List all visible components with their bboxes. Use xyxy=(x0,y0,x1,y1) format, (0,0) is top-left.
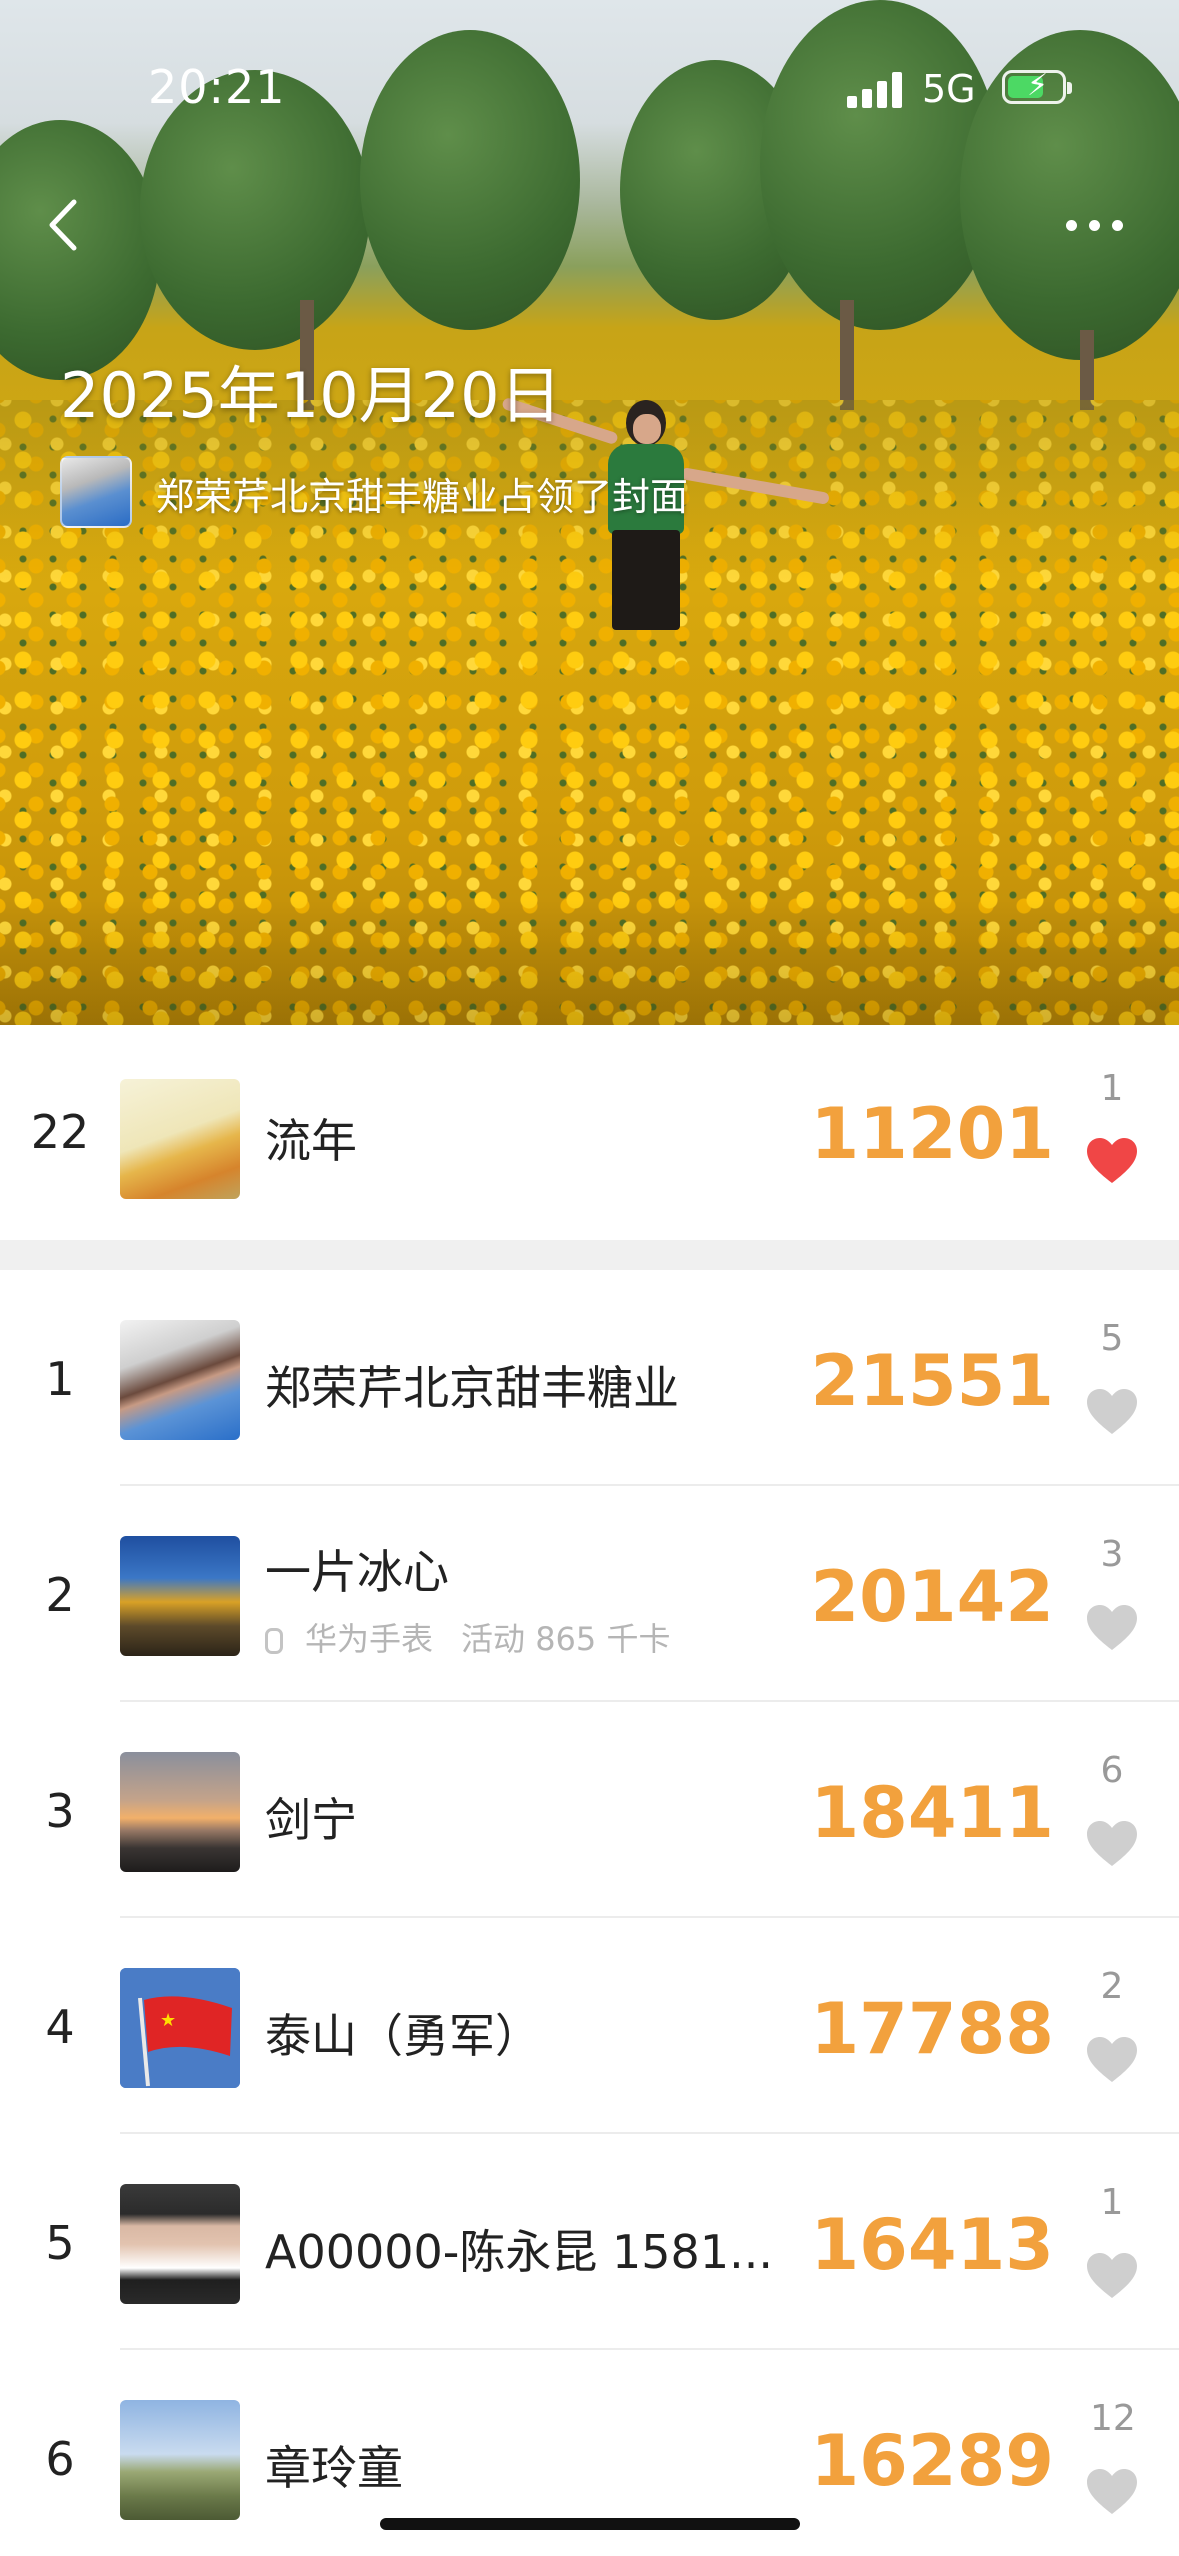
ranking-row[interactable]: 4 ★ 泰山（勇军） 17788 2 xyxy=(0,1918,1179,2134)
ranking-row[interactable]: 2 一片冰心 华为手表 活动 865 千卡 20142 3 xyxy=(0,1486,1179,1702)
like-count: 1 xyxy=(1100,2182,1124,2223)
heart-icon[interactable] xyxy=(1085,1820,1139,1868)
cover-owner-text: 郑荣芹北京甜丰糖业占领了封面 xyxy=(156,475,689,519)
user-name: 一片冰心 xyxy=(265,1545,449,1599)
avatar[interactable] xyxy=(120,1752,240,1872)
heart-icon[interactable] xyxy=(1085,2252,1139,2300)
heart-icon[interactable] xyxy=(1085,1604,1139,1652)
back-icon xyxy=(49,199,77,251)
step-count: 16289 xyxy=(810,2420,1054,2502)
network-label: 5G xyxy=(922,67,976,111)
user-name: 泰山（勇军） xyxy=(265,2009,541,2063)
rank-number: 5 xyxy=(45,2216,75,2270)
step-count: 11201 xyxy=(810,1093,1054,1175)
status-bar: 20:21 5G ⚡ xyxy=(0,0,1179,150)
rank-number: 1 xyxy=(45,1352,75,1406)
avatar[interactable] xyxy=(120,1320,240,1440)
rank-number: 3 xyxy=(45,1784,75,1838)
user-name: 剑宁 xyxy=(265,1793,357,1847)
heart-icon[interactable] xyxy=(1085,2468,1139,2516)
ranking-row[interactable]: 3 剑宁 18411 6 xyxy=(0,1702,1179,1918)
status-time: 20:21 xyxy=(148,60,286,114)
step-count: 21551 xyxy=(810,1340,1054,1422)
device-name: 华为手表 xyxy=(305,1620,434,1658)
like-count: 6 xyxy=(1100,1750,1124,1791)
back-button[interactable] xyxy=(40,190,90,260)
step-count: 18411 xyxy=(810,1772,1054,1854)
user-name: 流年 xyxy=(265,1114,357,1168)
ranking-row[interactable]: 1 郑荣芹北京甜丰糖业 21551 5 xyxy=(0,1270,1179,1486)
ranking-row[interactable]: 5 A00000-陈永昆 1581... 16413 1 xyxy=(0,2134,1179,2350)
cover-photo[interactable]: 20:21 5G ⚡ 2025年10月20日 郑荣芹北京甜丰糖业占领了封面 xyxy=(0,0,1179,1025)
avatar[interactable] xyxy=(120,2400,240,2520)
home-indicator[interactable] xyxy=(380,2518,800,2530)
like-count: 12 xyxy=(1090,2398,1136,2439)
like-count: 1 xyxy=(1100,1068,1124,1109)
watch-icon xyxy=(265,1628,283,1654)
like-count: 3 xyxy=(1100,1534,1124,1575)
more-button[interactable] xyxy=(1060,210,1130,240)
heart-icon[interactable] xyxy=(1085,1388,1139,1436)
rank-number: 4 xyxy=(45,2000,75,2054)
heart-icon[interactable] xyxy=(1085,2036,1139,2084)
rank-number: 6 xyxy=(45,2432,75,2486)
signal-icon xyxy=(847,72,903,108)
cover-owner-avatar[interactable] xyxy=(60,456,132,528)
like-count: 2 xyxy=(1100,1966,1124,2007)
svg-text:★: ★ xyxy=(160,2010,176,2031)
activity-info: 华为手表 活动 865 千卡 xyxy=(265,1614,670,1660)
step-count: 16413 xyxy=(810,2204,1054,2286)
avatar[interactable] xyxy=(120,1079,240,1199)
rank-number: 22 xyxy=(30,1105,90,1159)
my-ranking-row[interactable]: 22 流年 11201 1 xyxy=(0,1025,1179,1240)
rank-number: 2 xyxy=(45,1568,75,1622)
avatar[interactable] xyxy=(120,2184,240,2304)
activity-calories: 活动 865 千卡 xyxy=(461,1620,671,1658)
flag-avatar-image: ★ xyxy=(120,1968,240,2088)
cover-date: 2025年10月20日 xyxy=(60,359,562,432)
avatar[interactable] xyxy=(120,1536,240,1656)
battery-icon: ⚡ xyxy=(1002,69,1072,104)
step-count: 20142 xyxy=(810,1556,1054,1638)
step-count: 17788 xyxy=(810,1988,1054,2070)
avatar[interactable]: ★ xyxy=(120,1968,240,2088)
user-name: 章玲童 xyxy=(265,2441,403,2495)
heart-icon[interactable] xyxy=(1085,1137,1139,1185)
section-divider xyxy=(0,1240,1179,1270)
like-count: 5 xyxy=(1100,1318,1124,1359)
user-name: A00000-陈永昆 1581... xyxy=(265,2225,773,2279)
user-name: 郑荣芹北京甜丰糖业 xyxy=(265,1361,679,1415)
